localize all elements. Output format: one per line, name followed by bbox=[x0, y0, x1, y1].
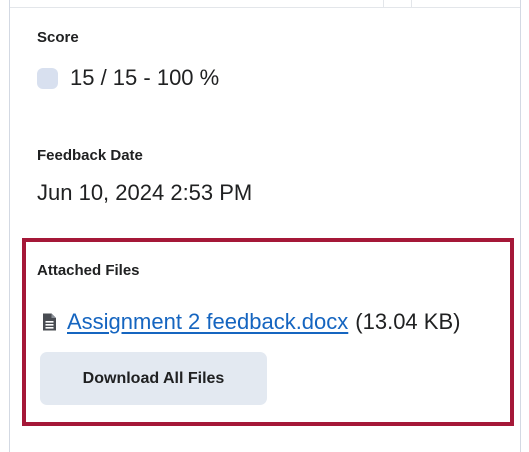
feedback-date-value: Jun 10, 2024 2:53 PM bbox=[37, 180, 253, 205]
panel-left-border bbox=[9, 0, 10, 452]
document-icon bbox=[43, 313, 56, 331]
score-label: Score bbox=[37, 29, 79, 46]
download-all-files-button[interactable]: Download All Files bbox=[40, 352, 267, 405]
feedback-panel: Score 15 / 15 - 100 % Feedback Date Jun … bbox=[0, 0, 529, 452]
attached-file-size: (13.04 KB) bbox=[355, 309, 461, 334]
panel-top-divider bbox=[383, 0, 384, 7]
attached-file-link[interactable]: Assignment 2 feedback.docx bbox=[67, 309, 348, 335]
panel-top-divider bbox=[411, 0, 412, 7]
panel-right-border bbox=[520, 0, 521, 452]
feedback-date-label: Feedback Date bbox=[37, 147, 143, 164]
score-indicator bbox=[37, 67, 58, 89]
attached-file-item: Assignment 2 feedback.docx (13.04 KB) bbox=[41, 307, 460, 337]
attached-files-label: Attached Files bbox=[37, 262, 140, 279]
score-value: 15 / 15 - 100 % bbox=[70, 65, 220, 90]
score-row: 15 / 15 - 100 % bbox=[37, 64, 219, 92]
panel-top-border bbox=[9, 0, 521, 8]
